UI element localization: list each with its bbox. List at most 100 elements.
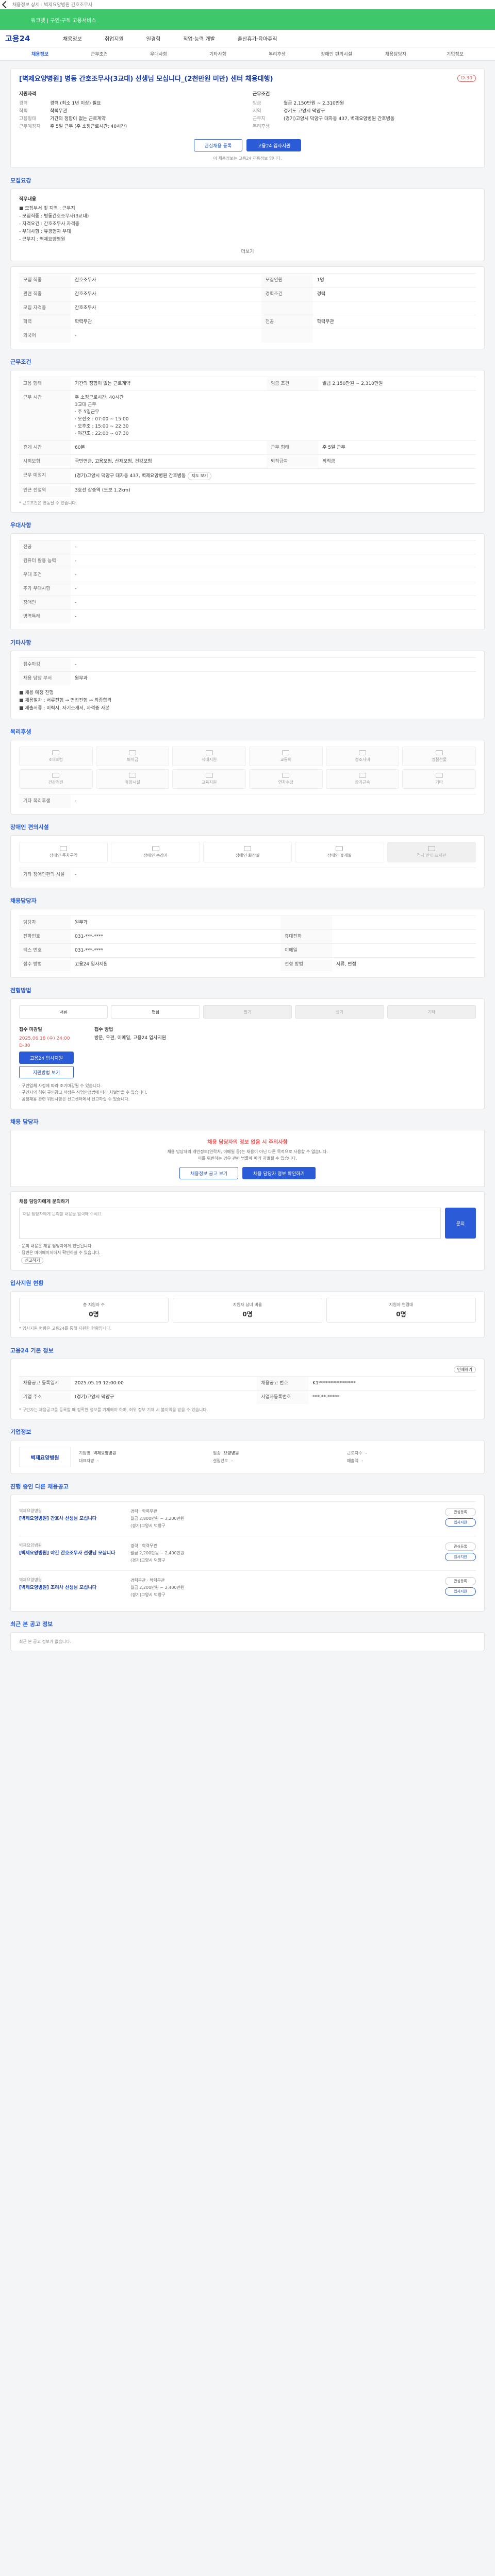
- table-row: 근무 시간 주 소정근로시간: 40시간 3교대 근무 · 주 5일근무 · 오전…: [19, 391, 476, 441]
- apply-button[interactable]: 입사지원: [445, 1553, 476, 1561]
- condition-note: * 근로조건은 변동될 수 있습니다.: [19, 501, 77, 505]
- key-cell: 담당자: [19, 916, 71, 930]
- section-tabs: 채용정보 근무조건 우대사항 기타사항 복리후생 장애인 편의시설 채용담당자 …: [0, 47, 495, 61]
- apply-button[interactable]: 입사지원: [445, 1587, 476, 1596]
- field-key: 업종: [213, 1451, 221, 1455]
- recent-text: 최근 본 공고 정보가 없습니다.: [19, 1639, 72, 1644]
- recent-title: 최근 본 공고 정보: [10, 1621, 53, 1628]
- banner-text: 워크넷 | 구인·구직 고용서비스: [31, 18, 96, 24]
- value-cell: 원무과: [71, 671, 476, 685]
- company-title: 기업정보: [10, 1429, 31, 1435]
- job-title: [벽제요양병원] 병동 간호조무사(3교대) 선생님 모십니다_(2천만원 미만…: [19, 75, 273, 83]
- table-row: 우대 조건 -: [19, 568, 476, 582]
- summary-key: 근무예정지: [19, 124, 41, 129]
- top-banner[interactable]: 워크넷 | 구인·구직 고용서비스: [0, 9, 495, 30]
- apply-method-button[interactable]: 지원방법 보기: [19, 1066, 74, 1078]
- welfare-item: 명절선물: [402, 747, 476, 766]
- back-arrow-icon[interactable]: [2, 1, 10, 8]
- preferred-table: 전공 - 컴퓨터 활용 능력 - 우대 조건 - 추가 우대사항 - 장애인 - 병역특례…: [19, 540, 476, 623]
- listing-title[interactable]: [벽제요양병원] 야간 간호조무사 선생님 모십니다: [19, 1550, 122, 1557]
- value-cell: 031-***-****: [71, 929, 280, 944]
- tab-facility[interactable]: 장애인 편의시설: [307, 50, 366, 57]
- table-row: 담당자 원무과: [19, 916, 476, 930]
- apply-button[interactable]: 고용24 입사지원: [246, 139, 302, 151]
- summary-row: 경력 경력 (최소 1년 이상) 필요: [19, 100, 242, 108]
- stats-note: * 입사지원 현황은 고용24를 통해 지원한 현황입니다.: [19, 1326, 112, 1331]
- apply-title: 전형방법: [10, 987, 31, 994]
- check-manager-button[interactable]: 채용 담당자 정보 확인하기: [242, 1167, 316, 1179]
- meta-title: 고용24 기본 정보: [10, 1347, 54, 1354]
- gift-icon: [358, 750, 366, 755]
- site-logo[interactable]: 고용24: [5, 33, 52, 44]
- table-row: 팩스 번호 031-***-**** 이메일: [19, 943, 476, 958]
- list-item[interactable]: 벽제요양병원 [벽제요양병원] 조리사 선생님 모십니다 경력무관 · 학력무관 …: [19, 1570, 476, 1605]
- table-row: 병역특례 -: [19, 609, 476, 623]
- facility-item: 점자 안내 표지판: [387, 842, 476, 862]
- facility-item: 장애인 주차구역: [19, 842, 108, 862]
- scrap-button[interactable]: 관심채용 등록: [193, 139, 243, 151]
- field-value: -: [231, 1459, 233, 1463]
- scrap-button[interactable]: 관심등록: [445, 1508, 476, 1516]
- apply-now-button[interactable]: 고용24 입사지원: [19, 1052, 74, 1064]
- summary-row: 임금 월급 2,150만원 ~ 2,310만원: [253, 100, 476, 108]
- welfare-label: 기타: [435, 780, 443, 785]
- stat-label: 총 지원자 수: [83, 1302, 105, 1307]
- nav-item-jobs[interactable]: 채용정보: [52, 35, 93, 42]
- tab-etc[interactable]: 기타사항: [188, 50, 248, 57]
- welfare-label: 교통비: [280, 757, 292, 762]
- nav-item-leave[interactable]: 출산휴가·육아휴직: [226, 35, 289, 42]
- value-cell: -: [71, 554, 476, 568]
- key-cell: 전형 방법: [280, 957, 332, 971]
- tab-condition[interactable]: 근무조건: [70, 50, 129, 57]
- tab-company[interactable]: 기업정보: [425, 50, 485, 57]
- listing-title[interactable]: [벽제요양병원] 간호사 선생님 모십니다: [19, 1516, 122, 1522]
- scrap-button[interactable]: 관심등록: [445, 1577, 476, 1585]
- welfare-label: 연차수당: [278, 780, 294, 785]
- key-cell: 휴게 시간: [19, 440, 71, 455]
- nav-item-training[interactable]: 직업·능력 개발: [172, 35, 226, 42]
- table-row: 접수마감 -: [19, 657, 476, 672]
- qa-textarea[interactable]: 채용 담당자에게 문의할 내용을 입력해 주세요.: [19, 1208, 441, 1239]
- apply-button[interactable]: 입사지원: [445, 1518, 476, 1527]
- value-cell: K1****************: [308, 1376, 476, 1391]
- key-cell: 우대 조건: [19, 568, 71, 582]
- facility-label: 점자 안내 표지판: [417, 853, 447, 858]
- qualification-head: 지원자격: [19, 92, 37, 97]
- print-button[interactable]: 인쇄하기: [453, 1366, 476, 1373]
- more-toggle[interactable]: 더보기: [19, 248, 476, 255]
- tab-preferred[interactable]: 우대사항: [129, 50, 188, 57]
- nav-item-experience[interactable]: 일경험: [135, 35, 172, 42]
- value-cell: -: [71, 609, 476, 623]
- list-item[interactable]: 벽제요양병원 [벽제요양병원] 야간 간호조무사 선생님 모십니다 경력 · 학력…: [19, 1536, 476, 1570]
- map-button[interactable]: 지도 보기: [188, 472, 212, 480]
- list-item[interactable]: 벽제요양병원 [벽제요양병원] 간호사 선생님 모십니다 경력 · 학력무관 월급…: [19, 1501, 476, 1536]
- field-value: -: [361, 1459, 363, 1463]
- warning-text: 채용 담당자의 개인정보(연락처, 이메일 등)는 채용이 아닌 다른 목적으로…: [167, 1149, 328, 1161]
- summary-key: 지역: [253, 109, 261, 114]
- welfare-item: 퇴직금: [95, 747, 170, 766]
- view-posting-button[interactable]: 채용정보 공고 보기: [179, 1167, 239, 1179]
- scrap-button[interactable]: 관심등록: [445, 1543, 476, 1551]
- key-cell: 근무 시간: [19, 391, 71, 441]
- key-cell: 학력: [19, 315, 71, 329]
- facility-label: 장애인 승강기: [143, 853, 168, 858]
- qa-card: 채용 담당자에게 문의하기 채용 담당자에게 문의할 내용을 입력해 주세요. …: [10, 1191, 485, 1270]
- tab-recruit[interactable]: 채용정보: [10, 50, 70, 57]
- listing-title[interactable]: [벽제요양병원] 조리사 선생님 모십니다: [19, 1585, 122, 1591]
- stat-total: 총 지원자 수 0명: [19, 1298, 169, 1323]
- qa-submit-button[interactable]: 문의: [445, 1208, 476, 1239]
- summary-row: 고용형태 기간의 정함이 없는 근로계약: [19, 115, 242, 123]
- condition-column: 근무조건 임금 월급 2,150만원 ~ 2,310만원 지역 경기도 고양시 덕양…: [253, 90, 476, 131]
- table-row: 고용 형태 기간의 정함이 없는 근로계약 임금 조건 월급 2,150만원 ~ 2,…: [19, 377, 476, 391]
- welfare-item: 교육지원: [172, 769, 246, 789]
- report-button[interactable]: 신고하기: [21, 1257, 44, 1264]
- deadline-head: 접수 마감일: [19, 1027, 42, 1032]
- welfare-label: 경조사비: [355, 757, 370, 762]
- welfare-label: 식대지원: [201, 757, 217, 762]
- page-title-bar: 채용정보 상세 : 벽제요양병원 간호조무사: [12, 3, 93, 8]
- tab-manager[interactable]: 채용담당자: [366, 50, 425, 57]
- nav-item-support[interactable]: 취업지원: [93, 35, 135, 42]
- table-row: 컴퓨터 활용 능력 -: [19, 554, 476, 568]
- tab-welfare[interactable]: 복리후생: [248, 50, 307, 57]
- field-value: 벽제요양병원: [93, 1451, 117, 1455]
